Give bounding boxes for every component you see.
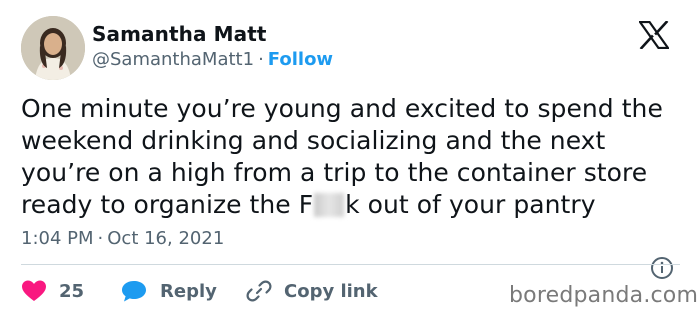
heart-icon <box>22 280 46 301</box>
tweet-time: 1:04 PM <box>21 228 94 249</box>
tweet-date: Oct 16, 2021 <box>107 228 225 249</box>
tweet-line: you’re on a high from a trip to the cont… <box>21 158 648 187</box>
tweet-line-4: ready to organize the F k out of your pan… <box>21 189 691 221</box>
like-count: 25 <box>59 280 85 302</box>
speech-bubble-icon <box>122 281 146 302</box>
tweet-line-4-end: k out of your pantry <box>345 190 596 219</box>
link-icon <box>246 280 272 302</box>
x-logo-icon[interactable] <box>639 21 669 49</box>
divider <box>21 264 680 265</box>
author-name[interactable]: Samantha Matt <box>92 22 267 46</box>
tweet-line: One minute you’re young and excited to s… <box>21 94 663 123</box>
tweet-line-4-start: ready to organize the F <box>21 190 314 219</box>
handle-separator: · <box>258 49 264 70</box>
watermark: boredpanda.com <box>509 283 699 308</box>
handle-row: @SamanthaMatt1 · Follow <box>92 49 333 70</box>
avatar-photo <box>21 16 85 80</box>
tweet-timestamp[interactable]: 1:04 PM · Oct 16, 2021 <box>21 228 224 249</box>
follow-button[interactable]: Follow <box>268 49 333 70</box>
copy-link-label: Copy link <box>284 280 378 302</box>
censor-blur <box>314 193 345 217</box>
info-icon[interactable] <box>650 256 674 280</box>
copy-link-button[interactable]: Copy link <box>246 277 378 305</box>
tweet-card: Samantha Matt @SamanthaMatt1 · Follow One … <box>0 0 700 318</box>
reply-label: Reply <box>160 280 217 302</box>
like-button[interactable]: 25 <box>21 277 84 305</box>
tweet-line: weekend drinking and socializing and the… <box>21 126 606 155</box>
timestamp-separator: · <box>97 228 104 249</box>
reply-button[interactable]: Reply <box>120 277 217 305</box>
tweet-text: One minute you’re young and excited to s… <box>21 93 691 221</box>
author-handle[interactable]: @SamanthaMatt1 <box>92 49 254 70</box>
author-avatar[interactable] <box>21 16 85 80</box>
